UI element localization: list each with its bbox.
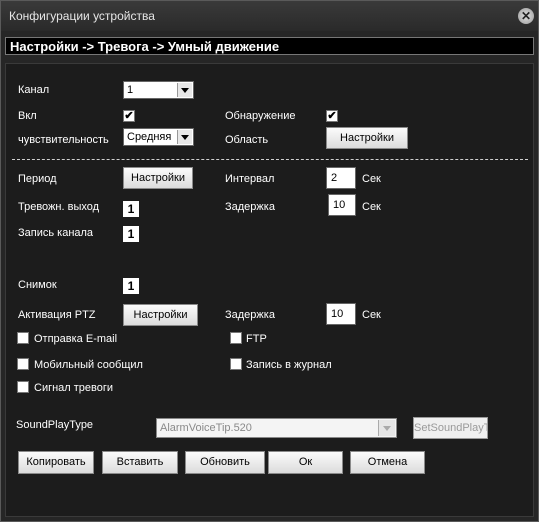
settings-panel: Канал 1 Вкл ✔ Обнаружение ✔ чувствительн…: [5, 63, 534, 517]
close-icon[interactable]: ✕: [518, 8, 534, 24]
email-label: Отправка E-mail: [34, 333, 118, 345]
sensitivity-select[interactable]: Средняя: [123, 128, 194, 146]
ptz-delay-unit: Сек: [362, 309, 381, 321]
divider: [12, 159, 528, 160]
alarm-out-select[interactable]: 1: [123, 201, 139, 217]
paste-button[interactable]: Вставить: [102, 451, 178, 474]
ptz-delay-input[interactable]: 10: [326, 303, 356, 325]
delay-unit: Сек: [362, 201, 381, 213]
period-settings-button[interactable]: Настройки: [123, 167, 193, 189]
ptz-settings-button[interactable]: Настройки: [123, 304, 198, 326]
breadcrumb: Настройки -> Тревога -> Умный движение: [5, 37, 534, 55]
enable-checkbox[interactable]: ✔: [123, 110, 135, 122]
log-checkbox[interactable]: [230, 358, 242, 370]
interval-label: Интервал: [225, 173, 275, 185]
ptz-delay-label: Задержка: [225, 309, 275, 321]
snapshot-label: Снимок: [18, 279, 57, 291]
set-sound-type-button[interactable]: SetSoundPlayType: [413, 417, 488, 439]
delay-input[interactable]: 10: [328, 194, 356, 216]
sms-label: Мобильный сообщил: [34, 359, 143, 371]
ptz-label: Активация PTZ: [18, 309, 96, 321]
channel-label: Канал: [18, 84, 50, 96]
log-label: Запись в журнал: [246, 359, 332, 371]
chevron-down-icon: [378, 420, 395, 436]
detect-label: Обнаружение: [225, 110, 296, 122]
enable-label: Вкл: [18, 110, 37, 122]
window-title: Конфигурации устройства: [9, 9, 155, 23]
refresh-button[interactable]: Обновить: [185, 451, 265, 474]
detect-checkbox[interactable]: ✔: [326, 110, 338, 122]
copy-button[interactable]: Копировать: [18, 451, 94, 474]
sound-type-value: AlarmVoiceTip.520: [160, 422, 252, 434]
sensitivity-label: чувствительность: [18, 134, 109, 146]
alarm-out-label: Тревожн. выход: [18, 201, 100, 213]
sound-type-label: SoundPlayType: [16, 419, 94, 431]
chevron-down-icon: [177, 83, 192, 97]
interval-unit: Сек: [362, 173, 381, 185]
title-bar: Конфигурации устройства ✕: [1, 1, 538, 31]
channel-select-value: 1: [127, 84, 134, 96]
interval-input[interactable]: 2: [326, 167, 356, 189]
channel-select[interactable]: 1: [123, 81, 194, 99]
record-channel-select[interactable]: 1: [123, 226, 139, 242]
record-channel-label: Запись канала: [18, 227, 94, 239]
cancel-button[interactable]: Отмена: [350, 451, 425, 474]
period-label: Период: [18, 173, 57, 185]
email-checkbox[interactable]: [17, 332, 29, 344]
config-window: Конфигурации устройства ✕ Настройки -> Т…: [0, 0, 539, 522]
area-label: Область: [225, 134, 269, 146]
sound-type-select[interactable]: AlarmVoiceTip.520: [156, 418, 397, 438]
delay-label: Задержка: [225, 201, 275, 213]
alarm-signal-checkbox[interactable]: [17, 381, 29, 393]
alarm-signal-label: Сигнал тревоги: [34, 382, 114, 394]
snapshot-select[interactable]: 1: [123, 278, 139, 294]
ftp-checkbox[interactable]: [230, 332, 242, 344]
ftp-label: FTP: [246, 333, 267, 345]
sensitivity-select-value: Средняя: [127, 131, 172, 143]
sms-checkbox[interactable]: [17, 358, 29, 370]
area-settings-button[interactable]: Настройки: [326, 127, 408, 149]
ok-button[interactable]: Ок: [268, 451, 343, 474]
chevron-down-icon: [177, 130, 192, 144]
